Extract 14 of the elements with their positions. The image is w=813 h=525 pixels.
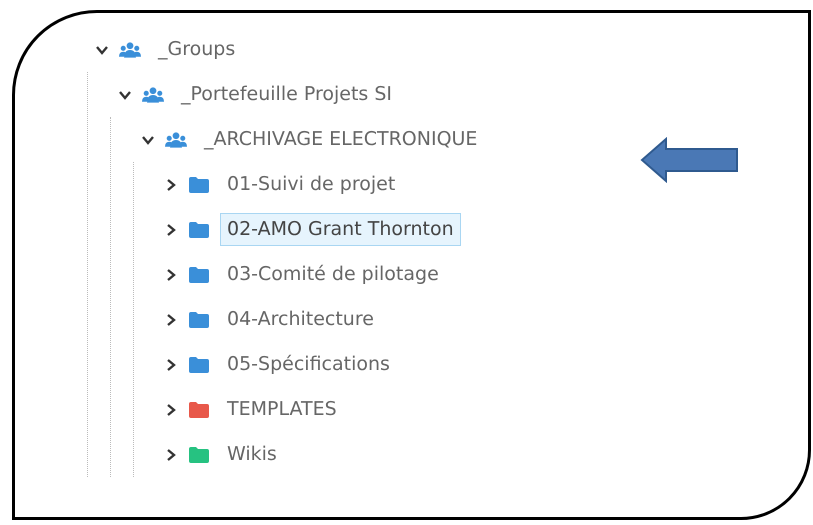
tree-item[interactable]: 03-Comité de pilotage	[220, 258, 446, 291]
tree-item[interactable]: TEMPLATES	[220, 393, 344, 426]
people-icon	[119, 40, 141, 58]
tree-item[interactable]: Wikis	[220, 438, 284, 471]
people-icon	[165, 130, 187, 148]
tree-item[interactable]: 01-Suivi de projet	[220, 168, 402, 201]
tree-item[interactable]: 02-AMO Grant Thornton	[220, 213, 461, 246]
tree-item[interactable]: 04-Architecture	[220, 303, 381, 336]
tree-item[interactable]: 05-Spécifications	[220, 348, 397, 381]
tree-item[interactable]: _Groups	[151, 33, 242, 66]
tree-item[interactable]: _Portefeuille Projets SI	[174, 78, 400, 111]
people-icon	[142, 86, 164, 104]
tree-item[interactable]: _ARCHIVAGE ELECTRONIQUE	[197, 123, 484, 156]
left-arrow-icon	[640, 137, 740, 183]
